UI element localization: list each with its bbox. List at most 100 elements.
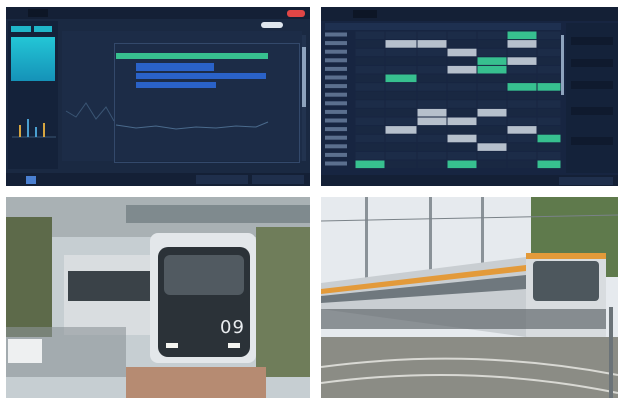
table-cell — [507, 83, 537, 91]
table-cell — [447, 117, 477, 126]
photo-monorail: 09 — [6, 197, 310, 398]
table-cell — [447, 65, 477, 74]
cab-windshield — [533, 261, 599, 301]
monorail-scene — [6, 197, 310, 398]
table-cell — [355, 40, 385, 48]
table-cell — [355, 65, 385, 74]
table-cell — [417, 160, 447, 169]
table-cell — [417, 83, 447, 91]
table-cell — [447, 74, 477, 83]
table-cell — [447, 160, 477, 169]
table-cell — [385, 126, 417, 134]
table-cell — [507, 100, 537, 108]
table-cell — [447, 126, 477, 134]
table-cell — [355, 143, 385, 151]
table-cell — [477, 151, 507, 160]
table-cell — [477, 160, 507, 169]
right-pole — [609, 307, 613, 398]
table-cell — [385, 151, 417, 160]
table-cell — [477, 57, 507, 65]
table-cell — [385, 100, 417, 108]
table-cell — [447, 40, 477, 48]
table-cell — [447, 151, 477, 160]
table-cell — [417, 100, 447, 108]
table-cell — [507, 91, 537, 100]
table-cell — [355, 31, 385, 40]
table-cell — [447, 108, 477, 117]
table-cell — [385, 57, 417, 65]
table-cell — [385, 108, 417, 117]
table-cell — [507, 65, 537, 74]
table-cell — [477, 48, 507, 57]
table-cell — [537, 126, 561, 134]
table-cell — [385, 117, 417, 126]
side-field-4[interactable] — [571, 107, 613, 115]
table-cell — [385, 91, 417, 100]
table-cell — [537, 108, 561, 117]
table-cell — [385, 143, 417, 151]
table-cell — [385, 83, 417, 91]
table-cell — [477, 83, 507, 91]
table-cell — [355, 134, 385, 143]
table-cell — [507, 57, 537, 65]
row-label — [325, 144, 347, 149]
table-cell — [417, 40, 447, 48]
row-label — [325, 118, 347, 123]
row-label — [325, 49, 347, 54]
table-cell — [507, 160, 537, 169]
photo-commuter-train — [321, 197, 618, 398]
waveform-line-dim — [65, 102, 115, 122]
grid-icon[interactable] — [26, 176, 36, 184]
table-cell — [477, 40, 507, 48]
table-cell — [385, 48, 417, 57]
table-cell — [355, 48, 385, 57]
table-cell — [537, 100, 561, 108]
table-cell — [417, 151, 447, 160]
table-cell — [447, 134, 477, 143]
table-cell — [507, 108, 537, 117]
footer-button-2[interactable] — [252, 175, 304, 184]
table-cell — [417, 65, 447, 74]
table-cell — [355, 57, 385, 65]
table-cell — [447, 31, 477, 40]
row-label — [325, 66, 347, 71]
table-cell — [477, 65, 507, 74]
table-cell — [385, 160, 417, 169]
side-field-1[interactable] — [571, 37, 613, 45]
table-cell — [355, 108, 385, 117]
table-cell — [417, 126, 447, 134]
table-cell — [477, 143, 507, 151]
right-trees — [256, 227, 310, 377]
car-number: 09 — [220, 317, 245, 338]
table-cell — [417, 117, 447, 126]
cab-orange-frame — [526, 253, 606, 259]
table-cell — [537, 117, 561, 126]
table-cell — [477, 126, 507, 134]
table-cell — [477, 91, 507, 100]
table-cell — [477, 108, 507, 117]
row-label — [325, 101, 347, 106]
table-cell — [447, 83, 477, 91]
table-cell — [417, 48, 447, 57]
side-field-5[interactable] — [571, 137, 613, 145]
row-label — [325, 161, 347, 166]
footer-button-1[interactable] — [196, 175, 248, 184]
scrollbar-thumb[interactable] — [302, 47, 306, 107]
building-band — [126, 205, 310, 223]
table-scrollbar-thumb — [561, 35, 564, 95]
footer-button[interactable] — [559, 177, 613, 185]
side-field-2[interactable] — [571, 59, 613, 67]
table-cell — [477, 117, 507, 126]
table-cell — [385, 31, 417, 40]
rear-windows — [68, 271, 154, 301]
row-label — [325, 41, 347, 46]
headlight-right — [228, 343, 240, 348]
table-cell — [507, 74, 537, 83]
row-label — [325, 32, 347, 37]
row-label — [325, 135, 347, 140]
table-cell — [507, 31, 537, 40]
table-cell — [537, 65, 561, 74]
table-cell — [385, 74, 417, 83]
table-cell — [537, 151, 561, 160]
side-field-3[interactable] — [571, 81, 613, 89]
